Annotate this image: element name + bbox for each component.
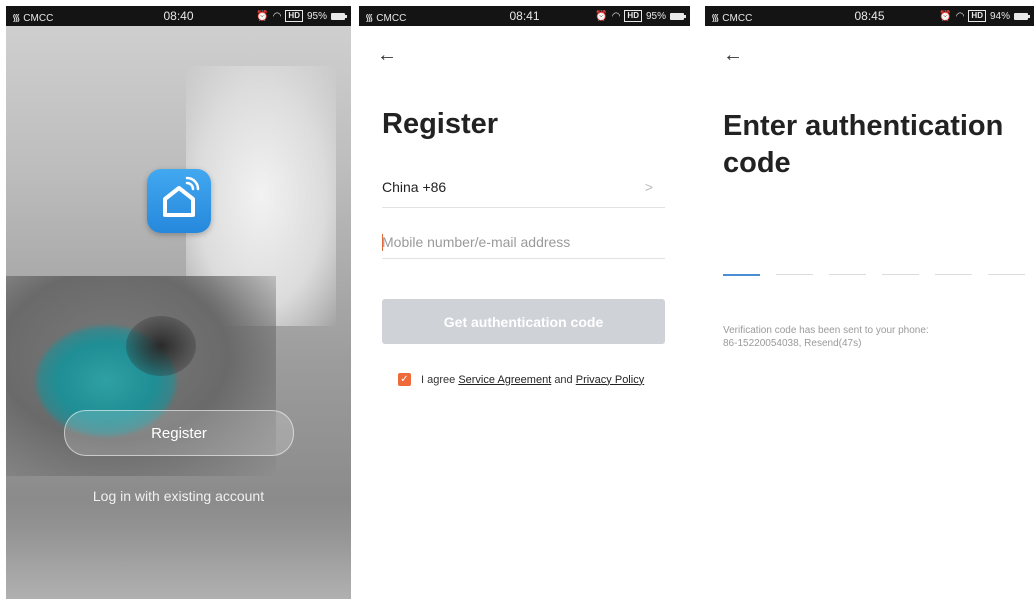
and-text: and: [554, 373, 573, 386]
register-screen: ᯾ CMCC 08:41 ⏰ ◠ HD 95% ← Register China…: [359, 6, 690, 599]
signal-icon: ᯾: [365, 13, 374, 24]
code-slot[interactable]: [988, 274, 1025, 275]
blurred-room-background: [6, 26, 351, 599]
carrier-label: ᯾ CMCC: [12, 13, 54, 24]
privacy-policy-link[interactable]: Privacy Policy: [576, 374, 644, 386]
wifi-icon: ◠: [955, 10, 965, 22]
battery-icon: [670, 12, 686, 20]
code-slot[interactable]: [829, 274, 866, 275]
sent-message-line[interactable]: 86-15220054038, Resend(47s): [723, 337, 1023, 350]
text-cursor: [382, 234, 383, 251]
mobile-email-input[interactable]: [382, 226, 665, 259]
battery-percent: 95%: [306, 10, 327, 22]
page-title: Enter authentication code: [723, 110, 1004, 179]
country-code-label: China +86: [382, 179, 447, 195]
sent-message-line: Verification code has been sent to your …: [723, 325, 929, 336]
battery-percent: 94%: [989, 10, 1010, 22]
chevron-right-icon: >: [644, 179, 653, 195]
hd-badge: HD: [968, 10, 986, 22]
wifi-icon: ◠: [272, 10, 282, 22]
agree-checkbox[interactable]: ✓: [398, 373, 411, 386]
arrow-left-icon[interactable]: ←: [723, 44, 743, 67]
page-title: Register: [382, 108, 499, 140]
register-button[interactable]: Register: [64, 410, 294, 456]
battery-percent: 95%: [645, 10, 666, 22]
clock: 08:40: [163, 9, 194, 23]
code-slot[interactable]: [935, 274, 972, 275]
carrier-label: ᯾ CMCC: [365, 13, 407, 24]
carrier-label: ᯾ CMCC: [711, 13, 753, 24]
app-logo: [147, 169, 211, 233]
clock: 08:41: [509, 9, 540, 23]
code-slot[interactable]: [882, 274, 919, 275]
status-bar: ᯾ CMCC 08:41 ⏰ ◠ HD 95%: [359, 6, 690, 26]
hd-badge: HD: [285, 10, 303, 22]
code-input[interactable]: [723, 274, 1025, 276]
get-authentication-code-button[interactable]: Get authentication code: [382, 299, 665, 344]
code-slot[interactable]: [776, 274, 813, 275]
login-existing-account-link[interactable]: Log in with existing account: [6, 488, 351, 504]
agree-prefix: I agree: [421, 373, 456, 386]
battery-icon: [331, 12, 347, 20]
auth-code-screen: ᯾ CMCC 08:45 ⏰ ◠ HD 94% ← Enter authenti…: [705, 6, 1034, 599]
agreement-row: ✓ I agree Service Agreement and Privacy …: [398, 373, 644, 386]
welcome-screen: ᯾ CMCC 08:40 ⏰ ◠ HD 95% Register Log in …: [6, 6, 351, 599]
alarm-icon: ⏰: [939, 10, 952, 22]
code-slot[interactable]: [723, 274, 760, 276]
checkmark-icon: ✓: [400, 374, 409, 385]
status-bar: ᯾ CMCC 08:40 ⏰ ◠ HD 95%: [6, 6, 351, 26]
alarm-icon: ⏰: [256, 10, 269, 22]
status-bar: ᯾ CMCC 08:45 ⏰ ◠ HD 94%: [705, 6, 1034, 26]
service-agreement-link[interactable]: Service Agreement: [458, 374, 551, 386]
home-wifi-icon: [163, 176, 200, 217]
clock: 08:45: [854, 9, 885, 23]
arrow-left-icon[interactable]: ←: [377, 44, 397, 67]
signal-icon: ᯾: [711, 13, 720, 24]
signal-icon: ᯾: [12, 13, 21, 24]
battery-icon: [1014, 12, 1030, 20]
country-selector[interactable]: China +86 >: [382, 172, 665, 208]
hd-badge: HD: [624, 10, 642, 22]
alarm-icon: ⏰: [595, 10, 608, 22]
verification-sent-message: Verification code has been sent to your …: [723, 324, 1023, 350]
wifi-icon: ◠: [611, 10, 621, 22]
